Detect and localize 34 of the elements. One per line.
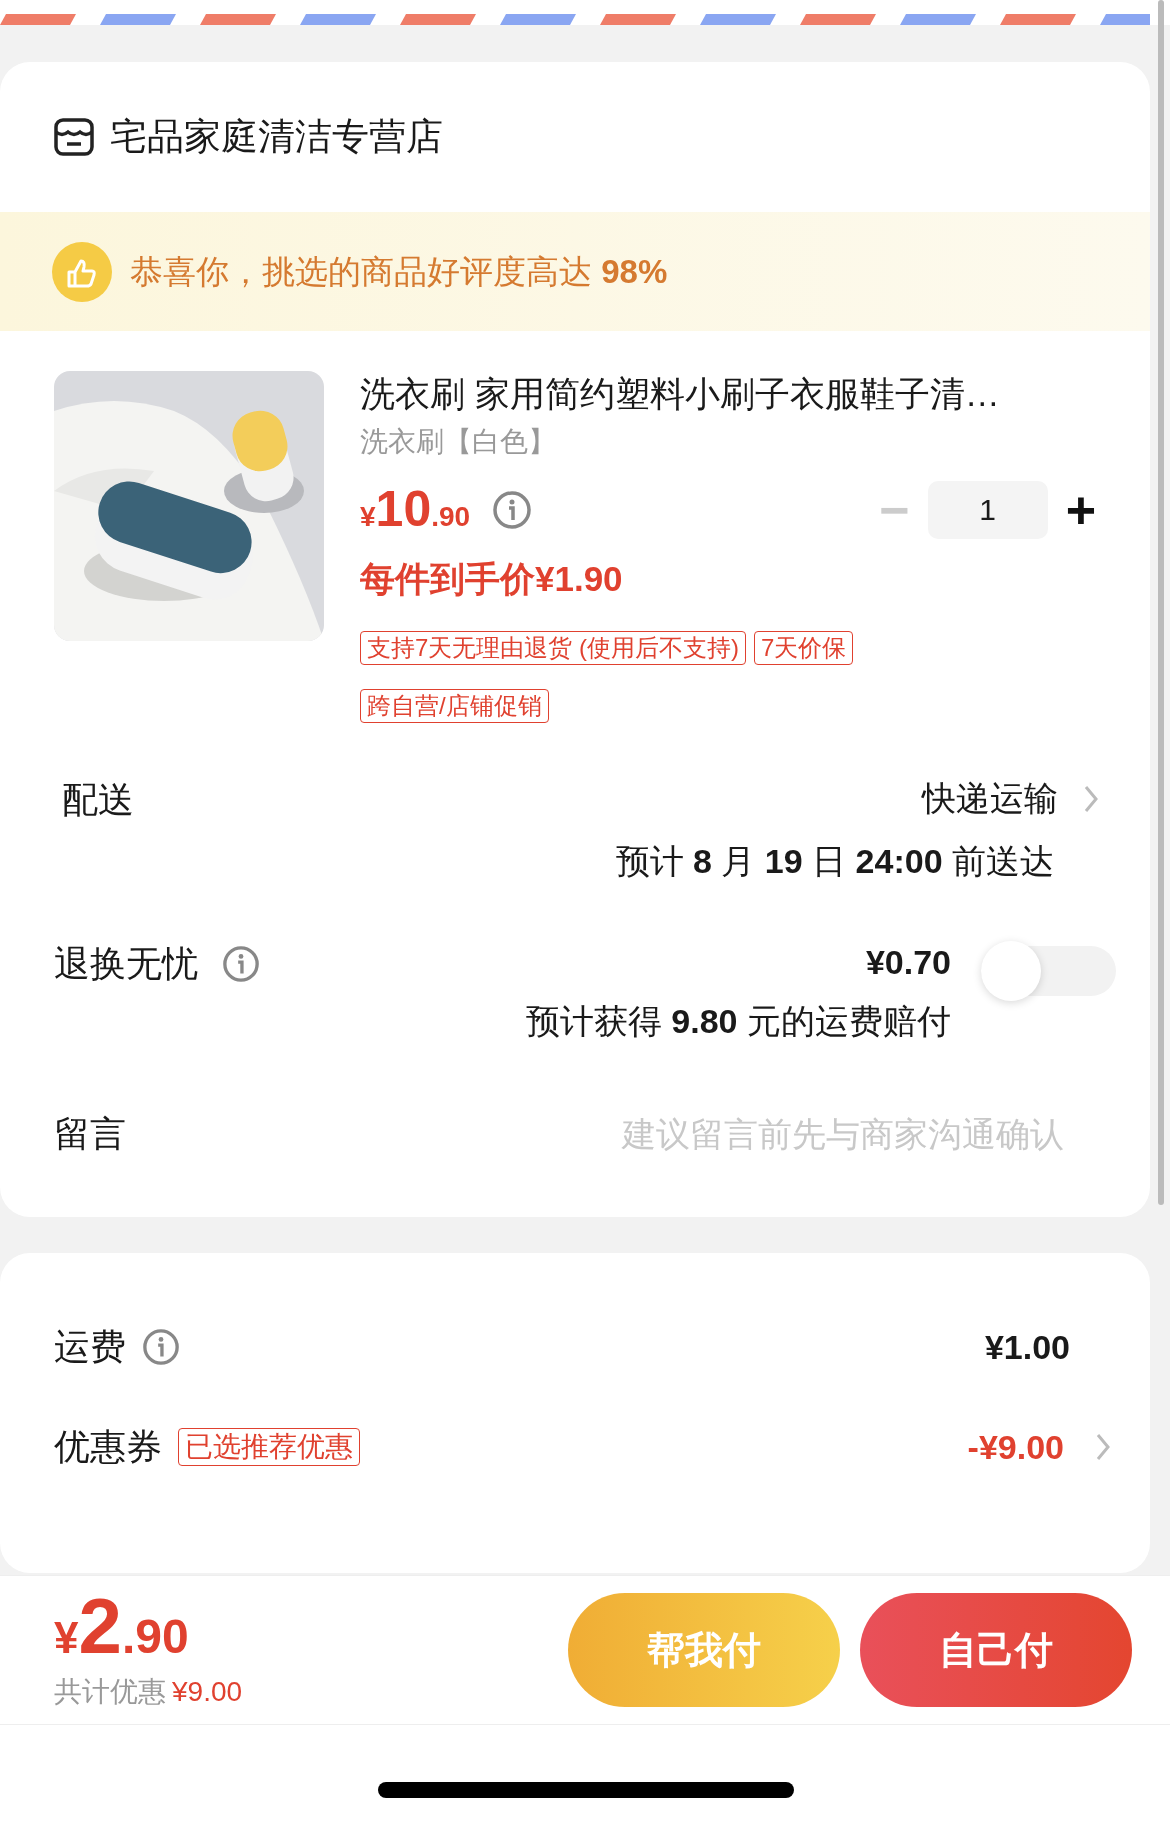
product-price: ¥10.90: [360, 480, 471, 539]
fee-value: -¥9.00: [967, 1426, 1064, 1468]
message-label: 留言: [54, 1112, 126, 1156]
product-title[interactable]: 洗衣刷 家用简约塑料小刷子衣服鞋子清…: [360, 371, 1096, 417]
service-tag: 支持7天无理由退货 (使用后不支持): [360, 631, 746, 665]
delivery-estimate: 预计 8 月 19 日 24:00 前送达: [615, 841, 1054, 882]
fee-value: ¥1.00: [984, 1326, 1070, 1368]
delivery-label: 配送: [62, 778, 134, 822]
store-icon: [54, 118, 94, 156]
info-icon[interactable]: [222, 945, 260, 983]
guarantee-note: 预计获得 9.80 元的运费赔付: [525, 1001, 951, 1042]
pay-button[interactable]: 自己付: [860, 1593, 1132, 1707]
fee-label: 优惠券: [54, 1425, 162, 1469]
service-tag: 7天价保: [754, 631, 854, 665]
info-icon[interactable]: [492, 489, 533, 530]
plus-button[interactable]: +: [1047, 483, 1114, 536]
guarantee-price: ¥0.70: [865, 942, 951, 983]
thumbs-up-icon: [52, 241, 112, 302]
coupon-tag: 已选推荐优惠: [178, 1428, 360, 1466]
chevron-icon[interactable]: [1094, 1432, 1112, 1462]
total-price: ¥2.90: [54, 1587, 190, 1665]
product-variant: 洗衣刷【白色】: [360, 424, 557, 459]
return-guarantee-label: 退换无忧: [54, 942, 198, 986]
store-name[interactable]: 宅品家庭清洁专营店: [110, 109, 443, 165]
service-tag: 跨自营/店铺促销: [360, 689, 549, 723]
toggle-switch[interactable]: [981, 941, 1116, 1001]
info-icon[interactable]: [142, 1328, 180, 1366]
unit-price: 每件到手价¥1.90: [360, 557, 624, 600]
saving-text: 共计优惠 ¥9.00: [54, 1675, 243, 1709]
rating-banner-text: 恭喜你，挑选的商品好评度高达 98%: [130, 251, 668, 292]
fee-label: 运费: [54, 1325, 126, 1369]
delivery-method[interactable]: 快递运输: [922, 773, 1058, 824]
chevron-icon[interactable]: [1082, 783, 1100, 814]
quantity-field[interactable]: 1: [927, 480, 1048, 539]
